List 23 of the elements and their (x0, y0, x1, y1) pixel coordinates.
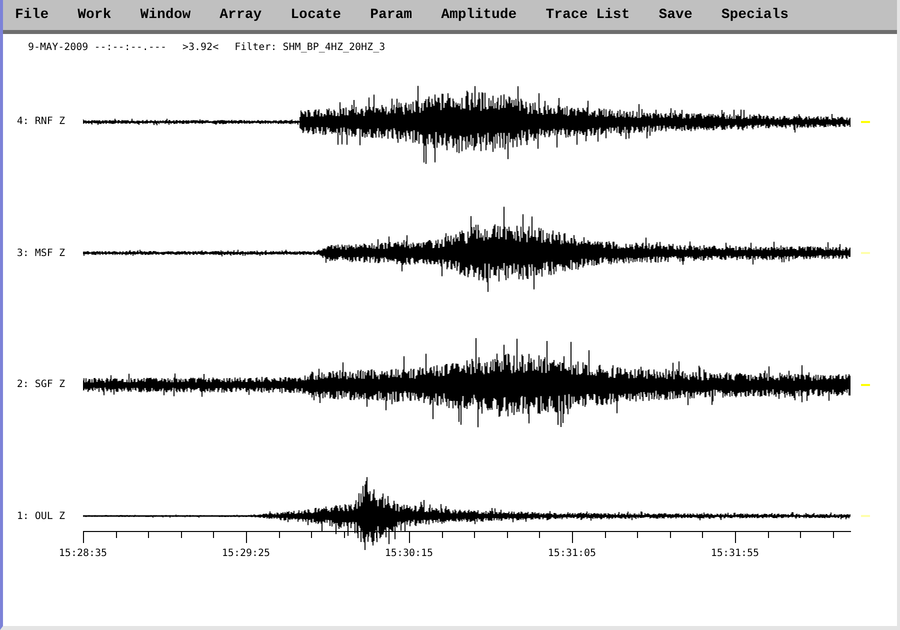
menu-item[interactable]: Trace List (544, 7, 642, 23)
time-label: 15:31:55 (710, 548, 760, 559)
date-text: 9-MAY-2009 (28, 42, 88, 55)
menu-item[interactable]: Work (76, 7, 124, 23)
time-label: 15:30:15 (384, 548, 434, 559)
menu-item[interactable]: Param (368, 7, 424, 23)
menu-item[interactable]: Array (218, 7, 274, 23)
time-label: 15:28:35 (58, 548, 108, 559)
filter-text: Filter: SHM_BP_4HZ_20HZ_3 (234, 42, 386, 55)
menu-item[interactable]: Specials (719, 7, 801, 23)
menu-item[interactable]: Window (138, 7, 203, 23)
time-label: 15:29:25 (222, 548, 270, 559)
trace-label: 2: SGF Z (16, 379, 66, 390)
trace-label: 4: RNF Z (16, 116, 66, 128)
menu-item[interactable]: File (13, 7, 61, 23)
menu-item[interactable]: Amplitude (439, 7, 529, 23)
time-text: --:--:--.--- (94, 42, 166, 55)
menu-item[interactable]: Save (656, 7, 704, 23)
trace-label: 3: MSF Z (16, 248, 66, 259)
trace-label: 1: OUL Z (16, 510, 66, 522)
time-label: 15:31:05 (548, 548, 596, 559)
menu-item[interactable]: Locate (288, 7, 354, 23)
zoom-factor: >3.92< (182, 42, 219, 55)
